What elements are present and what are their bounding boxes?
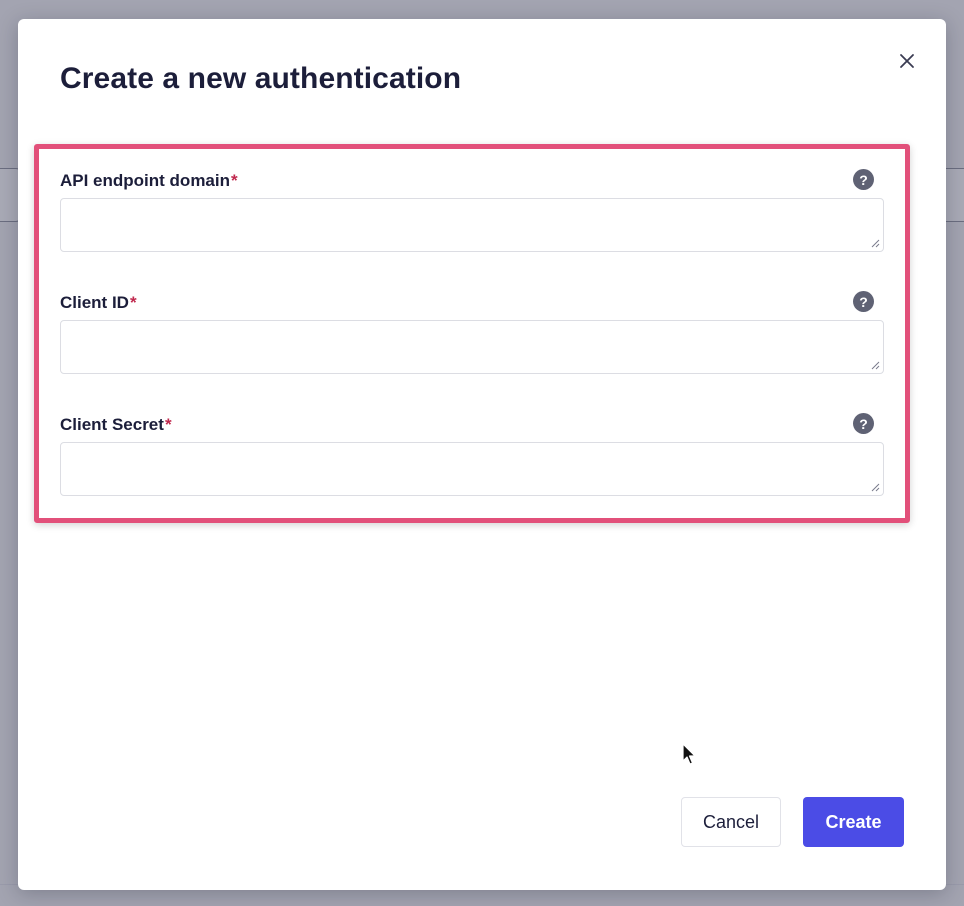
help-icon[interactable]: ? [853, 291, 874, 312]
field-label: Client ID* [60, 293, 137, 312]
resize-grip-icon[interactable] [871, 239, 880, 248]
resize-grip-icon[interactable] [871, 483, 880, 492]
help-icon[interactable]: ? [853, 413, 874, 434]
required-mark: * [231, 171, 238, 190]
resize-grip-icon[interactable] [871, 361, 880, 370]
required-mark: * [164, 415, 172, 434]
client-id-input[interactable] [60, 320, 884, 374]
close-button[interactable] [894, 48, 920, 74]
client-secret-input[interactable] [60, 442, 884, 496]
close-icon [900, 54, 914, 68]
create-authentication-dialog: Create a new authentication API endpoint… [18, 19, 946, 890]
create-button[interactable]: Create [803, 797, 904, 847]
field-label: Client Secret* [60, 415, 172, 434]
field-label: API endpoint domain* [60, 171, 238, 190]
required-mark: * [129, 293, 137, 312]
dialog-title: Create a new authentication [60, 62, 462, 95]
mouse-cursor-icon [682, 743, 696, 765]
help-icon[interactable]: ? [853, 169, 874, 190]
api-endpoint-domain-input[interactable] [60, 198, 884, 252]
cancel-button[interactable]: Cancel [681, 797, 781, 847]
